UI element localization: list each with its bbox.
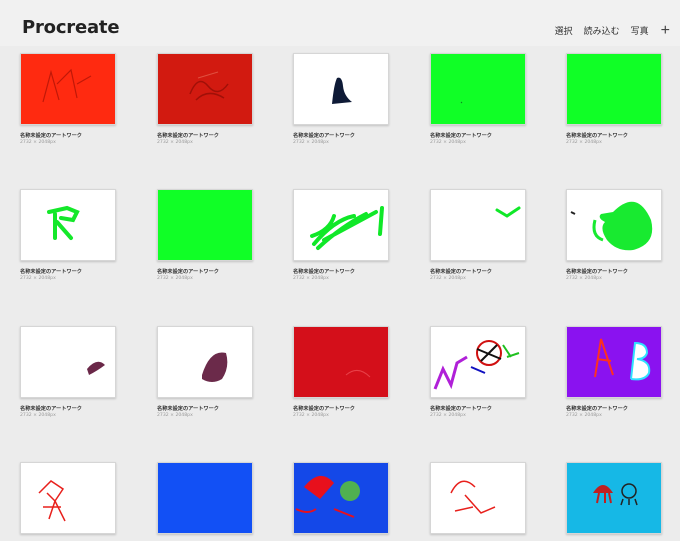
- artwork-thumbnail[interactable]: [157, 189, 253, 261]
- artwork-card[interactable]: 名称未設定のアートワーク 2732 × 2048px: [157, 326, 253, 418]
- artwork-image: [189, 71, 229, 101]
- artwork-card[interactable]: 名称未設定のアートワーク 2732 × 2048px: [566, 189, 662, 281]
- artwork-card[interactable]: 名称未設定のアートワーク 2732 × 2048px: [430, 326, 526, 418]
- artwork-image: [567, 54, 661, 124]
- artwork-card[interactable]: 名称未設定のアートワーク 2732 × 2048px: [566, 53, 662, 145]
- artwork-card[interactable]: 名称未設定のアートワーク 2732 × 2048px: [293, 326, 389, 418]
- artwork-image: [460, 101, 463, 104]
- artwork-size: 2732 × 2048px: [157, 140, 193, 145]
- artwork-card[interactable]: 名称未設定のアートワーク 2732 × 2048px: [566, 326, 662, 418]
- artwork-image: [202, 352, 228, 382]
- artwork-image: [345, 370, 371, 378]
- artwork-image: [570, 201, 653, 251]
- artwork-card[interactable]: [20, 462, 116, 541]
- artwork-thumbnail[interactable]: [157, 462, 253, 534]
- artwork-image: [158, 190, 252, 260]
- artwork-image: [450, 480, 496, 514]
- artwork-size: 2732 × 2048px: [566, 276, 602, 281]
- artwork-card[interactable]: 名称未設定のアートワーク 2732 × 2048px: [157, 53, 253, 145]
- artwork-thumbnail[interactable]: [293, 462, 389, 534]
- artwork-title[interactable]: 名称未設定のアートワーク: [566, 405, 662, 412]
- artwork-image: [594, 338, 651, 381]
- artwork-thumbnail[interactable]: [157, 326, 253, 398]
- artwork-title[interactable]: 名称未設定のアートワーク: [566, 132, 662, 139]
- artwork-size: 2732 × 2048px: [430, 276, 466, 281]
- artwork-card[interactable]: 名称未設定のアートワーク 2732 × 2048px: [430, 53, 526, 145]
- artwork-size: 2732 × 2048px: [430, 140, 466, 145]
- artwork-size: 2732 × 2048px: [566, 413, 602, 418]
- artwork-title[interactable]: 名称未設定のアートワーク: [293, 405, 389, 412]
- artwork-size: 2732 × 2048px: [566, 140, 602, 145]
- artwork-image: [47, 205, 80, 240]
- artwork-thumbnail[interactable]: [566, 53, 662, 125]
- artwork-title[interactable]: 名称未設定のアートワーク: [430, 268, 526, 275]
- artwork-size: 2732 × 2048px: [430, 413, 466, 418]
- artwork-image: [295, 475, 360, 518]
- artwork-title[interactable]: 名称未設定のアートワーク: [157, 132, 253, 139]
- artwork-card[interactable]: 名称未設定のアートワーク 2732 × 2048px: [293, 53, 389, 145]
- artwork-thumbnail[interactable]: [293, 189, 389, 261]
- artwork-size: 2732 × 2048px: [20, 413, 56, 418]
- artwork-thumbnail[interactable]: [20, 53, 116, 125]
- artwork-card[interactable]: [157, 462, 253, 541]
- artwork-thumbnail[interactable]: [20, 462, 116, 534]
- artwork-title[interactable]: 名称未設定のアートワーク: [566, 268, 662, 275]
- artwork-size: 2732 × 2048px: [157, 413, 193, 418]
- artwork-title[interactable]: 名称未設定のアートワーク: [20, 405, 116, 412]
- artwork-thumbnail[interactable]: [293, 53, 389, 125]
- artwork-title[interactable]: 名称未設定のアートワーク: [157, 405, 253, 412]
- artwork-card[interactable]: [293, 462, 389, 541]
- artwork-image: [42, 68, 92, 103]
- artwork-image: [38, 480, 66, 522]
- artwork-card[interactable]: [430, 462, 526, 541]
- artwork-thumbnail[interactable]: [566, 462, 662, 534]
- artwork-image: [87, 361, 105, 375]
- artwork-card[interactable]: [566, 462, 662, 541]
- artwork-thumbnail[interactable]: [430, 189, 526, 261]
- artwork-thumbnail[interactable]: [430, 462, 526, 534]
- artwork-size: 2732 × 2048px: [20, 140, 56, 145]
- artwork-title[interactable]: 名称未設定のアートワーク: [293, 268, 389, 275]
- artwork-thumbnail[interactable]: [566, 326, 662, 398]
- artwork-image: [433, 340, 520, 390]
- artwork-size: 2732 × 2048px: [157, 276, 193, 281]
- artwork-image: [593, 483, 638, 506]
- artwork-gallery: 名称未設定のアートワーク 2732 × 2048px 名称未設定のアートワーク 273…: [0, 0, 680, 534]
- artwork-card[interactable]: 名称未設定のアートワーク 2732 × 2048px: [157, 189, 253, 281]
- artwork-title[interactable]: 名称未設定のアートワーク: [157, 268, 253, 275]
- artwork-thumbnail[interactable]: [157, 53, 253, 125]
- artwork-thumbnail[interactable]: [20, 326, 116, 398]
- artwork-thumbnail[interactable]: [20, 189, 116, 261]
- artwork-card[interactable]: 名称未設定のアートワーク 2732 × 2048px: [20, 53, 116, 145]
- artwork-size: 2732 × 2048px: [293, 140, 329, 145]
- artwork-title[interactable]: 名称未設定のアートワーク: [430, 132, 526, 139]
- artwork-thumbnail[interactable]: [566, 189, 662, 261]
- artwork-title[interactable]: 名称未設定のアートワーク: [20, 132, 116, 139]
- artwork-image: [158, 463, 252, 533]
- artwork-image: [332, 77, 352, 104]
- artwork-image: [310, 206, 384, 250]
- artwork-title[interactable]: 名称未設定のアートワーク: [20, 268, 116, 275]
- artwork-size: 2732 × 2048px: [293, 276, 329, 281]
- artwork-card[interactable]: 名称未設定のアートワーク 2732 × 2048px: [20, 189, 116, 281]
- artwork-title[interactable]: 名称未設定のアートワーク: [293, 132, 389, 139]
- artwork-thumbnail[interactable]: [430, 326, 526, 398]
- artwork-image: [495, 206, 521, 218]
- artwork-size: 2732 × 2048px: [20, 276, 56, 281]
- artwork-thumbnail[interactable]: [430, 53, 526, 125]
- artwork-card[interactable]: 名称未設定のアートワーク 2732 × 2048px: [293, 189, 389, 281]
- artwork-card[interactable]: 名称未設定のアートワーク 2732 × 2048px: [430, 189, 526, 281]
- artwork-thumbnail[interactable]: [293, 326, 389, 398]
- artwork-card[interactable]: 名称未設定のアートワーク 2732 × 2048px: [20, 326, 116, 418]
- artwork-size: 2732 × 2048px: [293, 413, 329, 418]
- artwork-title[interactable]: 名称未設定のアートワーク: [430, 405, 526, 412]
